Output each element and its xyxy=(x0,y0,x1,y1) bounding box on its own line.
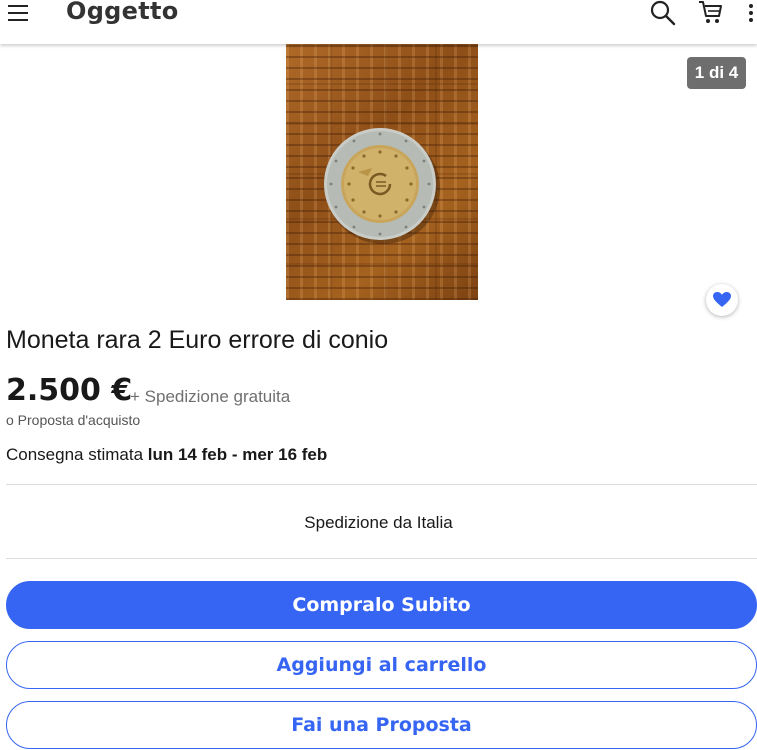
more-vertical-icon[interactable] xyxy=(744,2,757,24)
watchlist-heart-button[interactable] xyxy=(706,284,738,316)
delivery-dates: lun 14 feb - mer 16 feb xyxy=(147,445,328,464)
item-title: Moneta rara 2 Euro errore di conio xyxy=(6,326,389,354)
divider xyxy=(6,484,757,485)
divider xyxy=(6,558,757,559)
estimated-delivery: Consegna stimata lun 14 feb - mer 16 feb xyxy=(6,445,327,465)
image-counter-badge: 1 di 4 xyxy=(687,57,746,89)
make-offer-button[interactable]: Fai una Proposta xyxy=(6,701,757,749)
item-price: 2.500 € xyxy=(6,373,133,408)
product-image[interactable] xyxy=(286,44,478,300)
delivery-label: Consegna stimata xyxy=(6,445,144,464)
menu-icon[interactable] xyxy=(8,2,30,22)
page-title: Oggetto xyxy=(66,0,179,25)
top-app-bar: Oggetto xyxy=(0,0,757,44)
search-icon[interactable] xyxy=(650,0,676,26)
best-offer-note: o Proposta d'acquisto xyxy=(6,412,141,428)
shipping-info: + Spedizione gratuita xyxy=(130,387,291,406)
ships-from: Spedizione da Italia xyxy=(304,513,453,532)
add-to-cart-button[interactable]: Aggiungi al carrello xyxy=(6,641,757,689)
buy-now-button[interactable]: Compralo Subito xyxy=(6,581,757,629)
heart-icon xyxy=(713,292,731,307)
cart-icon[interactable] xyxy=(698,0,724,26)
image-gallery: 1 di 4 xyxy=(0,44,757,316)
